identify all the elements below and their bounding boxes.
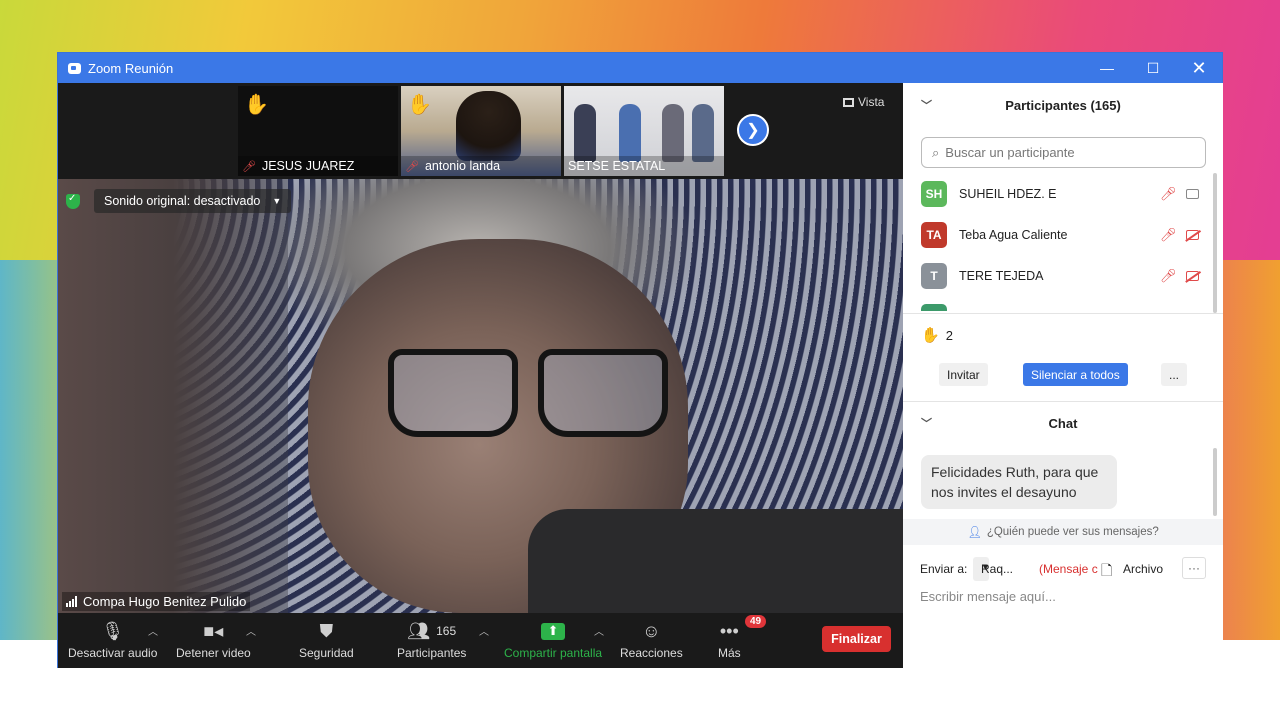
shield-icon: ⛊ — [319, 620, 334, 641]
chat-message-input[interactable]: Escribir mensaje aquí... — [920, 589, 1056, 604]
zoom-window: Zoom Reunión — ☐ ✕ ✋ 🎤︎ JESUS JUAREZ ✋ 🎤… — [57, 52, 1223, 668]
camera-off-icon[interactable] — [1186, 229, 1199, 240]
recipient-dropdown[interactable]: Raq... ▼ — [973, 557, 1013, 581]
participants-more-button[interactable]: ... — [1161, 363, 1188, 386]
chat-more-button[interactable]: ··· — [1182, 557, 1206, 579]
avatar: SH — [921, 180, 947, 207]
avatar — [921, 303, 947, 311]
side-panel: ﹀ Participantes (165) ⌕ Buscar un partic… — [903, 83, 1223, 668]
video-tile[interactable]: ✋ 🎤︎ JESUS JUAREZ — [238, 86, 398, 176]
participants-options-caret[interactable]: ︿ — [479, 623, 489, 638]
mic-muted-icon: 🎤︎ — [242, 160, 256, 173]
signal-bars-icon — [66, 596, 77, 607]
avatar: T — [921, 262, 947, 289]
tile-name: SETSE ESTATAL — [568, 159, 666, 173]
mic-muted-icon[interactable]: 🎤︎ — [1160, 268, 1177, 283]
raised-hand-icon: ✋ — [244, 94, 269, 116]
chevron-down-icon: ▼ — [981, 562, 990, 572]
video-camera-icon: ■◂ — [203, 620, 224, 641]
chevron-down-icon: ▼ — [272, 196, 282, 206]
invite-button[interactable]: Invitar — [939, 363, 988, 386]
video-area: ✋ 🎤︎ JESUS JUAREZ ✋ 🎤︎ antonio landa SET… — [58, 83, 903, 668]
file-button[interactable]: Archivo — [1123, 562, 1163, 576]
end-meeting-button[interactable]: Finalizar — [822, 626, 891, 652]
who-can-see-link[interactable]: 👤︎ ¿Quién puede ver sus mensajes? — [903, 519, 1223, 545]
share-screen-button[interactable]: ⬆ Compartir pantalla — [504, 619, 602, 660]
audio-options-caret[interactable]: ︿ — [148, 623, 158, 638]
speaker-name-label: Compa Hugo Benitez Pulido — [62, 592, 251, 611]
video-tile[interactable]: SETSE ESTATAL — [564, 86, 724, 176]
view-button[interactable]: Vista — [843, 95, 884, 109]
participant-scrollbar[interactable] — [1213, 173, 1217, 313]
security-button[interactable]: ⛊ Seguridad — [299, 619, 354, 661]
raised-hand-icon: ✋ — [407, 94, 432, 116]
video-options-caret[interactable]: ︿ — [246, 623, 256, 638]
camera-off-icon[interactable] — [1186, 270, 1199, 281]
file-icon: 🗋 — [1101, 562, 1113, 578]
tile-name: antonio landa — [424, 159, 501, 173]
share-options-caret[interactable]: ︿ — [594, 623, 604, 638]
original-sound-dropdown[interactable]: Sonido original: desactivado ▼ — [94, 189, 292, 213]
participants-header: ﹀ Participantes (165) — [921, 97, 1121, 113]
maximize-button[interactable]: ☐ — [1130, 53, 1176, 83]
mute-audio-button[interactable]: 🎙︎ Desactivar audio — [68, 619, 157, 661]
encryption-shield-icon — [66, 193, 80, 209]
mic-muted-icon[interactable]: 🎤︎ — [1160, 186, 1177, 201]
ellipsis-icon: ••• — [719, 620, 739, 641]
mute-all-button[interactable]: Silenciar a todos — [1023, 363, 1128, 386]
active-speaker-video: Sonido original: desactivado ▼ Compa Hug… — [58, 179, 903, 613]
person-lock-icon: 👤︎ — [967, 527, 982, 539]
camera-icon[interactable] — [1186, 188, 1199, 199]
participant-list: SH SUHEIL HDEZ. E 🎤︎ TA Teba Agua Calien… — [903, 173, 1213, 311]
list-item[interactable]: SH SUHEIL HDEZ. E 🎤︎ — [903, 173, 1213, 214]
send-to-row: Enviar a: Raq... ▼ (Mensaje c 🗋 Archivo … — [920, 557, 1220, 581]
title-bar: Zoom Reunión — ☐ ✕ — [58, 53, 1222, 83]
video-tile[interactable]: ✋ 🎤︎ antonio landa — [401, 86, 561, 176]
collapse-chevron-icon[interactable]: ﹀ — [921, 97, 932, 113]
participant-video — [456, 91, 521, 161]
avatar: TA — [921, 221, 947, 248]
window-title: Zoom Reunión — [88, 60, 174, 76]
microphone-icon: 🎙︎ — [101, 620, 125, 641]
people-icon: 👥︎ 165 — [407, 620, 457, 641]
list-item[interactable]: T TERE TEJEDA 🎤︎ — [903, 255, 1213, 296]
participant-video — [574, 104, 596, 162]
chat-header: ﹀ Chat — [921, 415, 1078, 431]
private-message-hint: (Mensaje c — [1039, 562, 1098, 576]
zoom-camera-icon — [68, 62, 81, 74]
raised-hand-icon: ✋ — [921, 327, 940, 344]
participant-search-input[interactable]: ⌕ Buscar un participante — [921, 137, 1206, 168]
notification-badge: 49 — [745, 615, 767, 628]
emoji-plus-icon: ☺ — [642, 620, 661, 641]
stop-video-button[interactable]: ■◂ Detener video — [176, 619, 251, 661]
tile-name: JESUS JUAREZ — [261, 159, 355, 173]
reactions-button[interactable]: ☺ Reacciones — [620, 619, 683, 661]
mic-muted-icon: 🎤︎ — [405, 160, 419, 173]
share-arrow-icon: ⬆ — [541, 622, 566, 640]
gallery-strip: ✋ 🎤︎ JESUS JUAREZ ✋ 🎤︎ antonio landa SET… — [58, 83, 903, 179]
collapse-chevron-icon[interactable]: ﹀ — [921, 415, 932, 431]
list-item[interactable]: TA Teba Agua Caliente 🎤︎ — [903, 214, 1213, 255]
close-button[interactable]: ✕ — [1176, 53, 1222, 83]
next-page-button[interactable]: ❯ — [737, 114, 769, 146]
more-button[interactable]: ••• Más — [718, 619, 741, 661]
meeting-toolbar: 🎙︎ Desactivar audio ︿ ■◂ Detener video ︿… — [58, 613, 903, 668]
list-item[interactable] — [903, 296, 1213, 311]
mic-muted-icon[interactable]: 🎤︎ — [1160, 227, 1177, 242]
sound-status: Sonido original: desactivado ▼ — [66, 187, 292, 215]
participants-button[interactable]: 👥︎ 165 Participantes — [397, 619, 466, 661]
chat-message: Felicidades Ruth, para que nos invites e… — [921, 455, 1117, 509]
raised-hands-count: ✋ 2 — [921, 327, 953, 344]
search-icon: ⌕ — [932, 144, 940, 160]
minimize-button[interactable]: — — [1084, 53, 1130, 83]
chat-scrollbar[interactable] — [1213, 448, 1217, 516]
grid-view-icon — [843, 97, 854, 107]
